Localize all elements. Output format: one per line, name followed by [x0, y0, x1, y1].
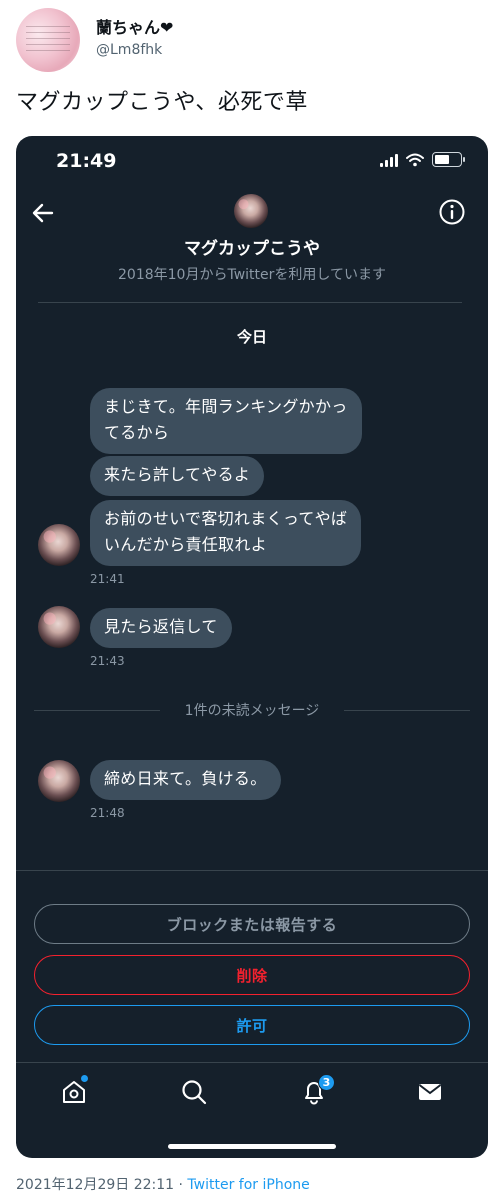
- sender-avatar[interactable]: [38, 606, 80, 648]
- sender-avatar[interactable]: [38, 760, 80, 802]
- battery-icon: [432, 152, 465, 167]
- tweet-source-link[interactable]: Twitter for iPhone: [187, 1177, 309, 1193]
- conversation-name: マグカップこうや: [184, 239, 320, 259]
- mail-icon[interactable]: [416, 1078, 444, 1106]
- home-icon[interactable]: [60, 1078, 88, 1106]
- message-bubble[interactable]: 締め日来て。負ける。: [90, 760, 281, 800]
- status-time: 21:49: [56, 150, 117, 172]
- back-arrow-icon[interactable]: [30, 200, 56, 226]
- home-indicator: [168, 1144, 336, 1149]
- home-new-dot: [81, 1075, 88, 1082]
- signal-icon: [380, 153, 398, 167]
- allow-button[interactable]: 許可: [34, 1005, 470, 1045]
- nav-divider: [16, 1062, 488, 1063]
- author-handle[interactable]: @Lm8fhk: [96, 42, 162, 58]
- tweet-date[interactable]: 2021年12月29日 22:11: [16, 1177, 174, 1193]
- message-bubble[interactable]: 見たら返信して: [90, 608, 232, 648]
- actions-divider: [16, 870, 488, 871]
- notification-badge: 3: [318, 1074, 335, 1091]
- wifi-icon: [406, 153, 424, 166]
- block-report-button[interactable]: ブロックまたは報告する: [34, 904, 470, 944]
- message-timestamp: 21:43: [90, 654, 125, 668]
- message-timestamp: 21:41: [90, 572, 125, 586]
- delete-button[interactable]: 削除: [34, 955, 470, 995]
- message-bubble[interactable]: 来たら許してやるよ: [90, 456, 265, 496]
- author-avatar[interactable]: [16, 8, 80, 72]
- tweet-text: マグカップこうや、必死で草: [16, 90, 308, 115]
- header-divider: [38, 302, 462, 303]
- attached-screenshot[interactable]: 21:49 マグカップこうや 2018年10月からTwitterを利用しています…: [16, 136, 488, 1158]
- message-bubble[interactable]: まじきて。年間ランキングかかっ てるから: [90, 388, 362, 454]
- unread-divider-right: [344, 710, 470, 711]
- conversation-avatar[interactable]: [234, 194, 268, 228]
- author-name[interactable]: 蘭ちゃん❤: [96, 14, 173, 38]
- message-timestamp: 21:48: [90, 806, 125, 820]
- day-label: 今日: [236, 328, 267, 346]
- info-icon[interactable]: [438, 198, 466, 226]
- message-bubble[interactable]: お前のせいで客切れまくってやば いんだから責任取れよ: [90, 500, 362, 566]
- conversation-joined-date: 2018年10月からTwitterを利用しています: [118, 267, 386, 283]
- search-icon[interactable]: [180, 1078, 208, 1106]
- meta-separator: ·: [174, 1177, 188, 1193]
- status-icons: [380, 152, 465, 167]
- sender-avatar[interactable]: [38, 524, 80, 566]
- tweet-meta: 2021年12月29日 22:11 · Twitter for iPhone: [16, 1174, 310, 1194]
